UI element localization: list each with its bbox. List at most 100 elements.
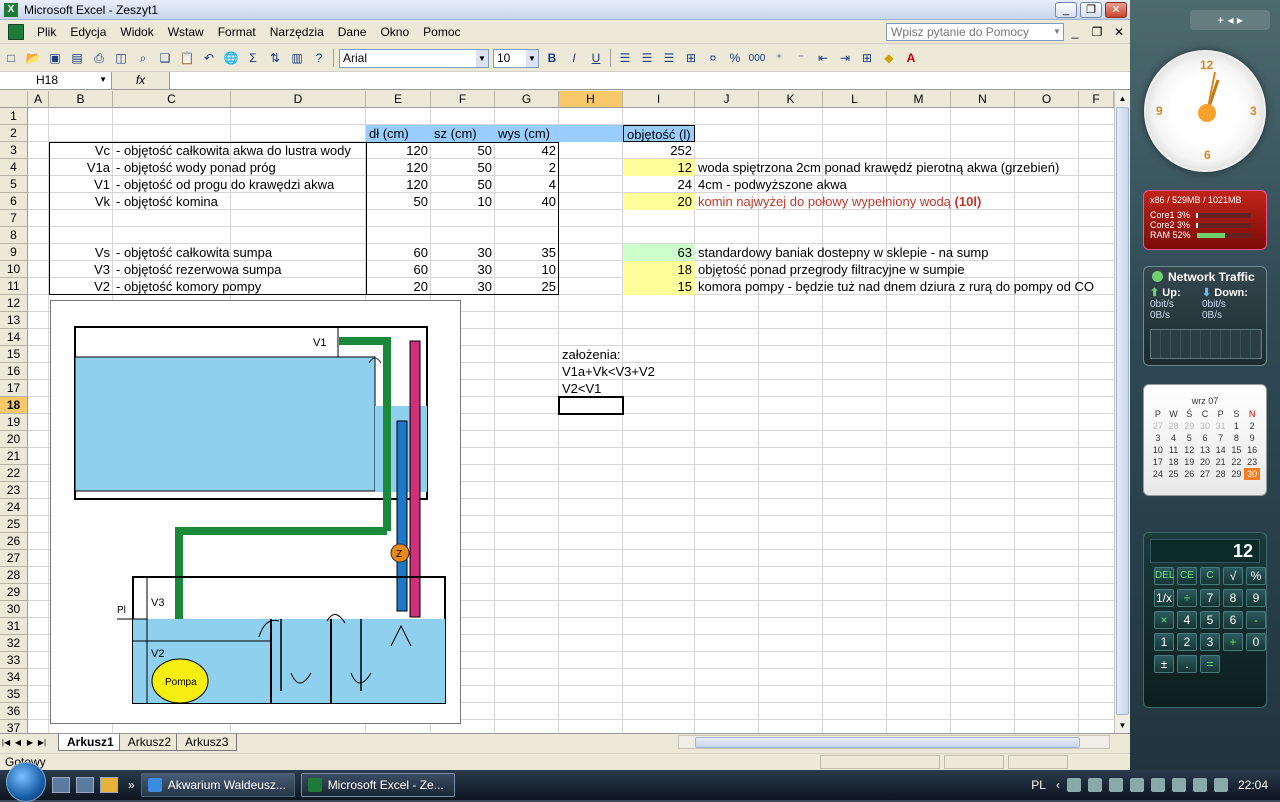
row-header-9[interactable]: 9 xyxy=(0,244,28,261)
row-header-19[interactable]: 19 xyxy=(0,414,28,431)
aquarium-sump-diagram[interactable]: V1 Z Pl V3 V2 Pompa xyxy=(50,300,461,724)
row-header-18[interactable]: 18 xyxy=(0,397,28,414)
increase-decimal-icon[interactable]: ⁺ xyxy=(769,48,789,68)
tray-icon[interactable] xyxy=(1192,778,1207,792)
volume-icon[interactable] xyxy=(1171,778,1186,792)
tab-arkusz3[interactable]: Arkusz3 xyxy=(176,734,238,751)
cell-description[interactable]: - objętość komina xyxy=(113,193,366,210)
cell-note[interactable]: komora pompy - będzie tuż nad dnem dziur… xyxy=(695,278,1114,295)
decrease-indent-icon[interactable]: ⇤ xyxy=(813,48,833,68)
calculator-key[interactable]: - xyxy=(1246,611,1266,629)
calendar-day[interactable]: 6 xyxy=(1197,432,1213,444)
hyperlink-icon[interactable]: 🌐 xyxy=(221,48,241,68)
horizontal-scroll-thumb[interactable] xyxy=(695,737,1080,748)
underline-button[interactable]: U xyxy=(586,48,606,68)
calculator-key[interactable]: C xyxy=(1200,567,1220,585)
calculator-key[interactable]: 1 xyxy=(1154,633,1174,651)
bold-button[interactable]: B xyxy=(542,48,562,68)
cell-width[interactable]: 50 xyxy=(431,142,495,159)
cell-note[interactable]: standardowy baniak dostepny w sklepie - … xyxy=(695,244,1114,261)
calendar-day[interactable]: 28 xyxy=(1166,420,1182,432)
calendar-day[interactable]: 27 xyxy=(1150,420,1166,432)
sort-icon[interactable]: ⇅ xyxy=(265,48,285,68)
calculator-key[interactable]: = xyxy=(1200,655,1220,673)
open-icon[interactable]: 📂 xyxy=(23,48,43,68)
menu-narzedzia[interactable]: Narzędzia xyxy=(263,25,331,39)
cpu-meter-gadget[interactable]: x86 / 529MB / 1021MB Core1 3% Core2 3% R… xyxy=(1143,190,1267,250)
cell-note[interactable] xyxy=(695,142,1114,159)
calculator-key[interactable]: √ xyxy=(1223,567,1243,585)
row-header-26[interactable]: 26 xyxy=(0,533,28,550)
calendar-day[interactable]: 20 xyxy=(1197,456,1213,468)
row-header-25[interactable]: 25 xyxy=(0,516,28,533)
column-header-a[interactable]: A xyxy=(28,91,49,108)
italic-button[interactable]: I xyxy=(564,48,584,68)
align-left-icon[interactable]: ☰ xyxy=(615,48,635,68)
calculator-key[interactable]: . xyxy=(1177,655,1197,673)
calculator-key[interactable]: 1/x xyxy=(1154,589,1174,607)
currency-icon[interactable]: ¤ xyxy=(703,48,723,68)
calendar-day[interactable]: 19 xyxy=(1181,456,1197,468)
row-header-34[interactable]: 34 xyxy=(0,669,28,686)
calendar-day[interactable]: 25 xyxy=(1166,468,1182,480)
percent-button[interactable]: % xyxy=(725,48,745,68)
row-header-16[interactable]: 16 xyxy=(0,363,28,380)
cell-height[interactable]: 10 xyxy=(495,261,559,278)
row-header-21[interactable]: 21 xyxy=(0,448,28,465)
cell-symbol[interactable]: Vk xyxy=(49,193,113,210)
column-header-m[interactable]: M xyxy=(887,91,951,108)
notes-title[interactable]: założenia: xyxy=(559,346,679,363)
workbook-icon[interactable] xyxy=(8,24,24,40)
prev-sheet-icon[interactable]: ◀ xyxy=(12,738,24,747)
row-header-30[interactable]: 30 xyxy=(0,601,28,618)
tray-icon[interactable] xyxy=(1213,778,1228,792)
clock-time[interactable]: 22:04 xyxy=(1238,778,1268,792)
chevron-down-icon[interactable]: ▼ xyxy=(526,49,538,67)
header-cell-F2[interactable]: sz (cm) xyxy=(431,125,495,142)
quicklaunch-icon[interactable] xyxy=(100,777,118,793)
calendar-day[interactable]: 15 xyxy=(1229,444,1245,456)
column-header-j[interactable]: J xyxy=(695,91,759,108)
add-gadget-button[interactable]: + ◂ ▸ xyxy=(1190,10,1270,30)
calculator-key[interactable]: 6 xyxy=(1223,611,1243,629)
column-header-i[interactable]: I xyxy=(623,91,695,108)
taskbar-item-excel[interactable]: Microsoft Excel - Ze... xyxy=(300,773,455,797)
row-header-6[interactable]: 6 xyxy=(0,193,28,210)
calendar-day[interactable]: 23 xyxy=(1244,456,1260,468)
switch-windows-icon[interactable] xyxy=(76,777,94,793)
undo-icon[interactable]: ↶ xyxy=(199,48,219,68)
tab-arkusz1[interactable]: Arkusz1 xyxy=(58,734,123,751)
column-header-o[interactable]: O xyxy=(1015,91,1079,108)
align-center-icon[interactable]: ☰ xyxy=(637,48,657,68)
menu-dane[interactable]: Dane xyxy=(331,25,374,39)
next-sheet-icon[interactable]: ▶ xyxy=(24,738,36,747)
cell-volume[interactable]: 18 xyxy=(623,261,695,278)
notes-condition-2[interactable]: V2<V1 xyxy=(559,380,679,397)
calendar-day[interactable]: 7 xyxy=(1213,432,1229,444)
menu-wstaw[interactable]: Wstaw xyxy=(161,25,211,39)
cell-volume[interactable]: 20 xyxy=(623,193,695,210)
calendar-day[interactable]: 18 xyxy=(1166,456,1182,468)
cell-height[interactable]: 4 xyxy=(495,176,559,193)
calendar-day[interactable]: 21 xyxy=(1213,456,1229,468)
cell-height[interactable]: 40 xyxy=(495,193,559,210)
font-size-select[interactable]: 10 ▼ xyxy=(493,48,539,68)
cell-symbol[interactable]: V3 xyxy=(49,261,113,278)
increase-indent-icon[interactable]: ⇥ xyxy=(835,48,855,68)
calendar-day[interactable]: 31 xyxy=(1213,420,1229,432)
cell-length[interactable]: 20 xyxy=(366,278,431,295)
calendar-day[interactable]: 11 xyxy=(1166,444,1182,456)
calendar-day[interactable]: 13 xyxy=(1197,444,1213,456)
calculator-key[interactable]: 9 xyxy=(1246,589,1266,607)
vertical-scroll-thumb[interactable] xyxy=(1116,107,1129,715)
calendar-day[interactable]: 22 xyxy=(1229,456,1245,468)
cell-description[interactable]: - objętość komory pompy xyxy=(113,278,366,295)
column-header-g[interactable]: G xyxy=(495,91,559,108)
row-header-17[interactable]: 17 xyxy=(0,380,28,397)
cell-description[interactable]: - objętość rezerwowa sumpa xyxy=(113,261,366,278)
calculator-key[interactable]: 7 xyxy=(1200,589,1220,607)
calendar-gadget[interactable]: wrz 07 P W Ś C P S N 27 28 29 30 31 1 2 3 4 5 6 7 8 9 10 11 12 1… xyxy=(1143,384,1267,496)
calculator-key[interactable]: CE xyxy=(1177,567,1197,585)
calculator-key[interactable]: 2 xyxy=(1177,633,1197,651)
cell-volume[interactable]: 63 xyxy=(623,244,695,261)
